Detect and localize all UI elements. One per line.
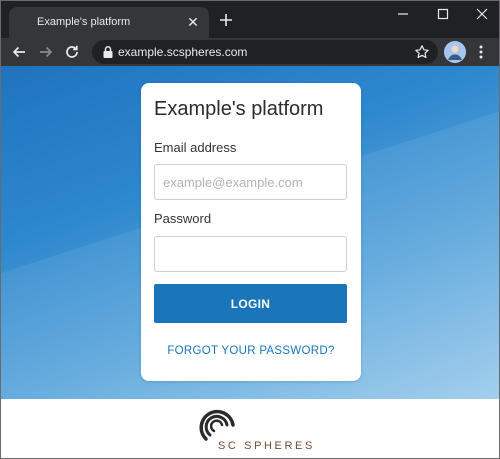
new-tab-button[interactable] xyxy=(217,11,235,29)
maximize-icon xyxy=(437,8,449,20)
page-content: Example's platform Email address Passwor… xyxy=(1,66,499,458)
maximize-button[interactable] xyxy=(424,1,462,27)
close-icon xyxy=(476,8,488,20)
email-field[interactable] xyxy=(154,164,347,200)
tab-strip: Example's platform ✕ xyxy=(1,1,499,38)
tab-active[interactable]: Example's platform ✕ xyxy=(9,7,209,38)
star-icon[interactable] xyxy=(414,44,430,60)
forgot-password-link[interactable]: FORGOT YOUR PASSWORD? xyxy=(141,345,361,357)
minimize-icon xyxy=(398,13,408,15)
minimize-button[interactable] xyxy=(384,1,422,27)
tab-close-button[interactable]: ✕ xyxy=(185,14,201,30)
browser-menu-button[interactable] xyxy=(475,43,487,61)
arrow-right-icon xyxy=(40,46,53,58)
sc-spheres-logo-icon xyxy=(199,409,235,441)
email-label: Email address xyxy=(154,140,237,155)
browser-window: Example's platform ✕ example.scspheres.c… xyxy=(0,0,500,459)
kebab-menu-icon xyxy=(479,45,483,59)
password-label: Password xyxy=(154,211,212,226)
footer: SC SPHERES xyxy=(1,399,499,458)
reload-icon xyxy=(66,45,78,58)
arrow-left-icon xyxy=(12,46,25,58)
profile-avatar[interactable] xyxy=(444,41,466,63)
back-button[interactable] xyxy=(10,43,28,61)
window-close-button[interactable] xyxy=(463,1,499,27)
login-card: Example's platform Email address Passwor… xyxy=(141,83,361,381)
lock-icon[interactable] xyxy=(102,45,114,59)
address-bar[interactable]: example.scspheres.com xyxy=(92,40,438,64)
forward-button[interactable] xyxy=(37,43,55,61)
login-title: Example's platform xyxy=(154,98,324,120)
browser-toolbar: example.scspheres.com xyxy=(1,38,499,66)
profile-icon xyxy=(444,41,466,63)
plus-icon xyxy=(220,14,232,26)
logo-text: SC SPHERES xyxy=(218,440,315,452)
login-button[interactable]: LOGIN xyxy=(154,284,347,323)
tab-title: Example's platform xyxy=(37,16,131,28)
url-text[interactable]: example.scspheres.com xyxy=(118,45,247,59)
password-field[interactable] xyxy=(154,236,347,272)
reload-button[interactable] xyxy=(63,43,81,61)
